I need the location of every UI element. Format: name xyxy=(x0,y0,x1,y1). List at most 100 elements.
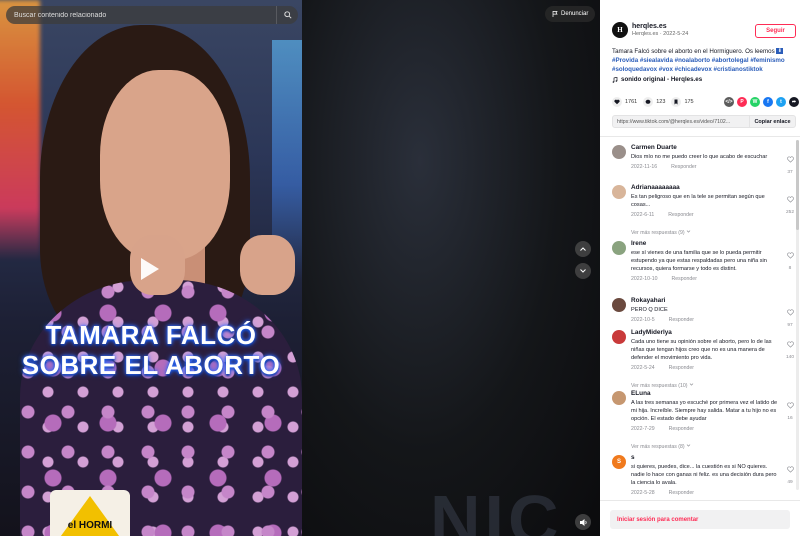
comment-meta: 2022-5-28 Responder xyxy=(631,490,781,496)
search-input[interactable] xyxy=(14,11,276,19)
embed-icon[interactable]: </> xyxy=(724,97,734,107)
comment-username[interactable]: Adrianaaaaaaaa xyxy=(631,184,781,191)
comment-like-button[interactable]: 16 xyxy=(784,396,796,421)
hashtag-link[interactable]: #siealavida xyxy=(640,57,673,64)
chevron-down-icon xyxy=(580,269,586,273)
comment-avatar[interactable] xyxy=(612,298,626,312)
comment-body: Rokayahari PERO Q DICE 2022-10-5 Responder xyxy=(631,297,781,323)
comment-meta: 2022-6-11 Responder xyxy=(631,212,781,218)
comment-avatar[interactable]: S xyxy=(612,455,626,469)
sound-link[interactable]: sonido original - Herqles.es xyxy=(612,76,702,83)
report-button[interactable]: Denunciar xyxy=(545,6,596,22)
search-icon xyxy=(283,11,292,19)
comment-username[interactable]: Carmen Duarte xyxy=(631,144,781,151)
play-icon[interactable] xyxy=(141,258,159,280)
share-icons: </> P Wf t ➦ xyxy=(724,97,799,107)
comment-meta: 2022-10-10 Responder xyxy=(631,276,781,282)
reply-button[interactable]: Responder xyxy=(671,164,696,170)
comment-button[interactable]: 123 xyxy=(643,97,665,107)
comment-like-button[interactable]: 37 xyxy=(784,150,796,175)
heart-icon xyxy=(612,97,622,107)
comment-username[interactable]: Rokayahari xyxy=(631,297,781,304)
hashtag-link[interactable]: #vox xyxy=(659,66,673,73)
report-label: Denunciar xyxy=(561,11,589,17)
heart-outline-icon xyxy=(786,156,794,163)
down-arrow-emoji: ⬇ xyxy=(776,48,784,55)
previous-video-button[interactable] xyxy=(575,241,591,257)
hashtag-link[interactable]: #noalaborto xyxy=(675,57,710,64)
login-to-comment-button[interactable]: Iniciar sesión para comentar xyxy=(610,510,790,529)
bookmark-icon xyxy=(671,97,682,107)
heart-outline-icon xyxy=(786,341,794,348)
video-person-face xyxy=(100,70,230,260)
volume-button[interactable] xyxy=(575,514,591,530)
description-text: Tamara Falcó sobre el aborto en el Hormi… xyxy=(612,48,775,55)
follow-button[interactable]: Seguir xyxy=(755,24,796,38)
search-button[interactable] xyxy=(276,6,298,24)
comment-avatar[interactable] xyxy=(612,330,626,344)
comment-meta: 2022-10-5 Responder xyxy=(631,317,781,323)
heart-outline-icon xyxy=(786,466,794,473)
comment-text: Dios mío no me puedo creer lo que acabo … xyxy=(631,154,768,160)
comment-avatar[interactable] xyxy=(612,241,626,255)
author-avatar[interactable]: H xyxy=(612,22,628,38)
facebook-icon[interactable]: f xyxy=(763,97,773,107)
comment-like-button[interactable]: 140 xyxy=(784,335,796,360)
comment-scrollbar[interactable] xyxy=(796,140,799,490)
save-button[interactable]: 175 xyxy=(671,97,694,107)
comment-like-count: 49 xyxy=(787,480,793,485)
reply-button[interactable]: Responder xyxy=(669,365,694,371)
comment-username[interactable]: LadyMiderlya xyxy=(631,329,781,336)
comment-text: A las tres semanas yo escuché por primer… xyxy=(631,400,778,422)
heart-outline-icon xyxy=(786,252,794,259)
copy-link-button[interactable]: Copiar enlace xyxy=(749,116,795,127)
video-person-hand-right xyxy=(240,235,295,295)
whatsapp-icon[interactable]: W xyxy=(750,97,760,107)
comment-username[interactable]: ELuna xyxy=(631,390,781,397)
hashtag-link[interactable]: #abortolegal xyxy=(712,57,749,64)
comment-text: Es tan peligroso que en la tele se permi… xyxy=(631,194,765,208)
hashtag-link[interactable]: #feminismo xyxy=(750,57,784,64)
comment-login-bar: Iniciar sesión para comentar xyxy=(600,500,800,536)
reply-button[interactable]: Responder xyxy=(668,212,693,218)
comment-like-button[interactable]: 97 xyxy=(784,303,796,328)
twitter-icon[interactable]: t xyxy=(776,97,786,107)
comment-like-button[interactable]: 252 xyxy=(784,190,796,215)
comment-like-button[interactable]: 49 xyxy=(784,460,796,485)
hashtag-link[interactable]: #Provida xyxy=(612,57,638,64)
reply-button[interactable]: Responder xyxy=(669,317,694,323)
view-more-replies-button[interactable]: Ver más respuestas (8) xyxy=(631,443,691,450)
hashtag-link[interactable]: #chicadevox xyxy=(675,66,712,73)
scroll-thumb[interactable] xyxy=(796,140,799,230)
video-stage: NIC TAMARA FALCÓ SOBRE EL ABORTO el HORM… xyxy=(0,0,600,536)
hashtag-link[interactable]: #cristianostiktok xyxy=(714,66,763,73)
reply-button[interactable]: Responder xyxy=(672,276,697,282)
author-block[interactable]: H herqles.es Herqles.es · 2022-5-24 xyxy=(612,22,688,38)
hashtag-list: #Provida #siealavida #noalaborto #aborto… xyxy=(612,57,785,73)
share-link-url[interactable]: https://www.tiktok.com/@herqles.es/video… xyxy=(613,119,749,125)
comment-meta: 2022-5-24 Responder xyxy=(631,365,781,371)
next-video-button[interactable] xyxy=(575,263,591,279)
video-caption: TAMARA FALCÓ SOBRE EL ABORTO xyxy=(0,320,302,380)
view-more-replies-button[interactable]: Ver más respuestas (9) xyxy=(631,229,691,236)
comment-avatar[interactable] xyxy=(612,185,626,199)
view-more-replies-button[interactable]: Ver más respuestas (10) xyxy=(631,382,694,389)
reply-button[interactable]: Responder xyxy=(669,490,694,496)
comment-avatar[interactable] xyxy=(612,391,626,405)
comment-username[interactable]: s xyxy=(631,454,781,461)
author-name[interactable]: herqles.es xyxy=(632,23,688,30)
reply-button[interactable]: Responder xyxy=(669,426,694,432)
video-caption-line1: TAMARA FALCÓ xyxy=(45,320,257,350)
share-icon[interactable]: ➦ xyxy=(789,97,799,107)
comment-date: 2022-10-10 xyxy=(631,276,658,282)
comment-date: 2022-10-5 xyxy=(631,317,655,323)
comment-like-count: 252 xyxy=(785,210,794,215)
comment-like-button[interactable]: 8 xyxy=(784,246,796,271)
comment-avatar[interactable] xyxy=(612,145,626,159)
comment-username[interactable]: Irene xyxy=(631,240,781,247)
like-count: 1761 xyxy=(625,99,638,105)
pinterest-icon[interactable]: P xyxy=(737,97,747,107)
comment-list: Carmen Duarte Dios mío no me puedo creer … xyxy=(600,137,800,500)
like-button[interactable]: 1761 xyxy=(612,97,637,107)
hashtag-link[interactable]: #soloquedavox xyxy=(612,66,657,73)
